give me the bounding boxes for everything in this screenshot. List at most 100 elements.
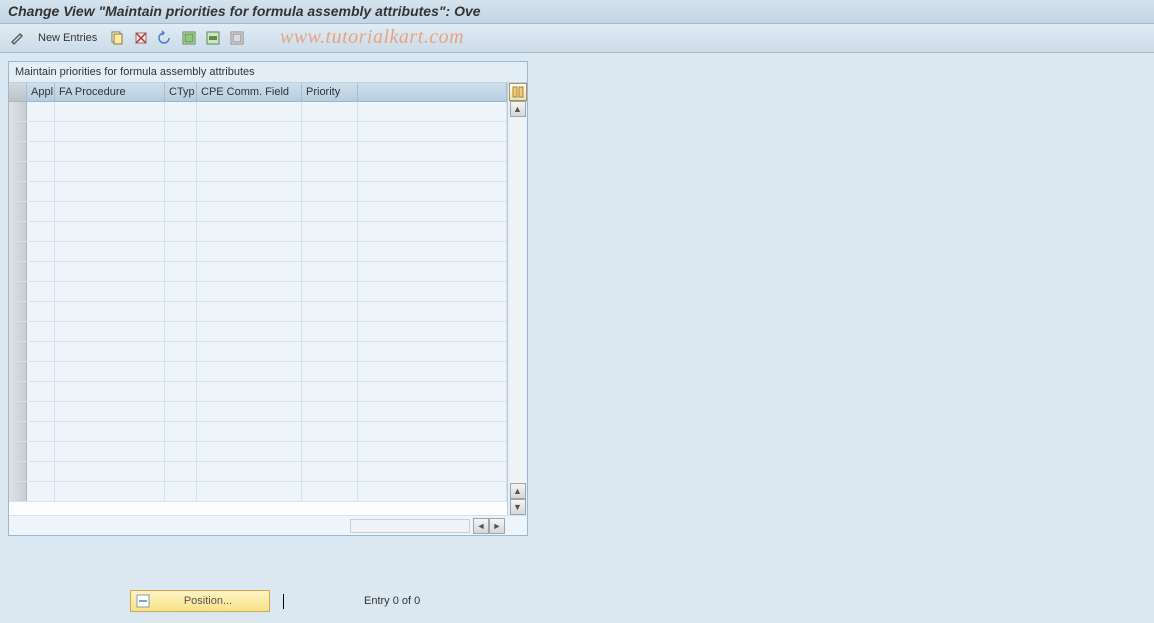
cell-appl[interactable] [27,282,55,301]
delete-icon[interactable] [131,28,151,48]
select-all-icon[interactable] [179,28,199,48]
cell-ctyp[interactable] [165,382,197,401]
cell-fa-procedure[interactable] [55,262,165,281]
cell-cpe-comm-field[interactable] [197,242,302,261]
cell-appl[interactable] [27,362,55,381]
position-button[interactable]: Position... [130,590,270,612]
select-block-icon[interactable] [203,28,223,48]
scroll-up2-icon[interactable]: ▲ [510,483,526,499]
cell-appl[interactable] [27,322,55,341]
scroll-down-icon[interactable]: ▼ [510,499,526,515]
cell-fa-procedure[interactable] [55,422,165,441]
cell-fa-procedure[interactable] [55,122,165,141]
cell-cpe-comm-field[interactable] [197,102,302,121]
row-selector[interactable] [9,222,27,241]
cell-priority[interactable] [302,322,358,341]
cell-appl[interactable] [27,142,55,161]
table-settings-icon[interactable] [509,83,527,101]
cell-cpe-comm-field[interactable] [197,442,302,461]
row-selector[interactable] [9,282,27,301]
cell-fa-procedure[interactable] [55,342,165,361]
cell-priority[interactable] [302,222,358,241]
cell-appl[interactable] [27,182,55,201]
row-selector[interactable] [9,102,27,121]
row-selector-header[interactable] [9,83,27,101]
col-header-cpe-comm-field[interactable]: CPE Comm. Field [197,83,302,101]
cell-cpe-comm-field[interactable] [197,302,302,321]
cell-ctyp[interactable] [165,142,197,161]
row-selector[interactable] [9,262,27,281]
cell-fa-procedure[interactable] [55,222,165,241]
cell-priority[interactable] [302,182,358,201]
col-header-appl[interactable]: Appl [27,83,55,101]
row-selector[interactable] [9,242,27,261]
cell-appl[interactable] [27,442,55,461]
cell-fa-procedure[interactable] [55,362,165,381]
cell-cpe-comm-field[interactable] [197,462,302,481]
row-selector[interactable] [9,462,27,481]
cell-appl[interactable] [27,102,55,121]
row-selector[interactable] [9,402,27,421]
cell-ctyp[interactable] [165,282,197,301]
cell-fa-procedure[interactable] [55,482,165,501]
cell-ctyp[interactable] [165,422,197,441]
cell-ctyp[interactable] [165,402,197,421]
cell-priority[interactable] [302,142,358,161]
cell-ctyp[interactable] [165,262,197,281]
row-selector[interactable] [9,442,27,461]
cell-priority[interactable] [302,482,358,501]
cell-appl[interactable] [27,242,55,261]
cell-cpe-comm-field[interactable] [197,162,302,181]
cell-priority[interactable] [302,162,358,181]
cell-fa-procedure[interactable] [55,202,165,221]
cell-cpe-comm-field[interactable] [197,322,302,341]
cell-fa-procedure[interactable] [55,442,165,461]
cell-ctyp[interactable] [165,482,197,501]
cell-ctyp[interactable] [165,102,197,121]
scroll-left-icon[interactable]: ◄ [473,518,489,534]
cell-appl[interactable] [27,162,55,181]
cell-appl[interactable] [27,262,55,281]
row-selector[interactable] [9,322,27,341]
cell-ctyp[interactable] [165,362,197,381]
cell-priority[interactable] [302,282,358,301]
cell-priority[interactable] [302,422,358,441]
cell-appl[interactable] [27,462,55,481]
vertical-scrollbar-track[interactable] [510,117,526,483]
display-change-toggle-icon[interactable] [8,28,28,48]
cell-ctyp[interactable] [165,442,197,461]
cell-priority[interactable] [302,242,358,261]
cell-appl[interactable] [27,482,55,501]
scroll-right-icon[interactable]: ► [489,518,505,534]
cell-priority[interactable] [302,362,358,381]
cell-fa-procedure[interactable] [55,282,165,301]
cell-cpe-comm-field[interactable] [197,382,302,401]
cell-cpe-comm-field[interactable] [197,202,302,221]
cell-cpe-comm-field[interactable] [197,222,302,241]
cell-priority[interactable] [302,262,358,281]
cell-fa-procedure[interactable] [55,322,165,341]
cell-appl[interactable] [27,422,55,441]
cell-priority[interactable] [302,302,358,321]
cell-fa-procedure[interactable] [55,102,165,121]
cell-priority[interactable] [302,462,358,481]
row-selector[interactable] [9,142,27,161]
cell-cpe-comm-field[interactable] [197,122,302,141]
cell-cpe-comm-field[interactable] [197,262,302,281]
cell-priority[interactable] [302,382,358,401]
row-selector[interactable] [9,302,27,321]
cell-ctyp[interactable] [165,182,197,201]
row-selector[interactable] [9,122,27,141]
row-selector[interactable] [9,382,27,401]
cell-fa-procedure[interactable] [55,302,165,321]
row-selector[interactable] [9,362,27,381]
cell-cpe-comm-field[interactable] [197,482,302,501]
copy-as-icon[interactable] [107,28,127,48]
col-header-priority[interactable]: Priority [302,83,358,101]
cell-fa-procedure[interactable] [55,142,165,161]
row-selector[interactable] [9,422,27,441]
undo-icon[interactable] [155,28,175,48]
cell-cpe-comm-field[interactable] [197,142,302,161]
cell-cpe-comm-field[interactable] [197,182,302,201]
cell-ctyp[interactable] [165,202,197,221]
